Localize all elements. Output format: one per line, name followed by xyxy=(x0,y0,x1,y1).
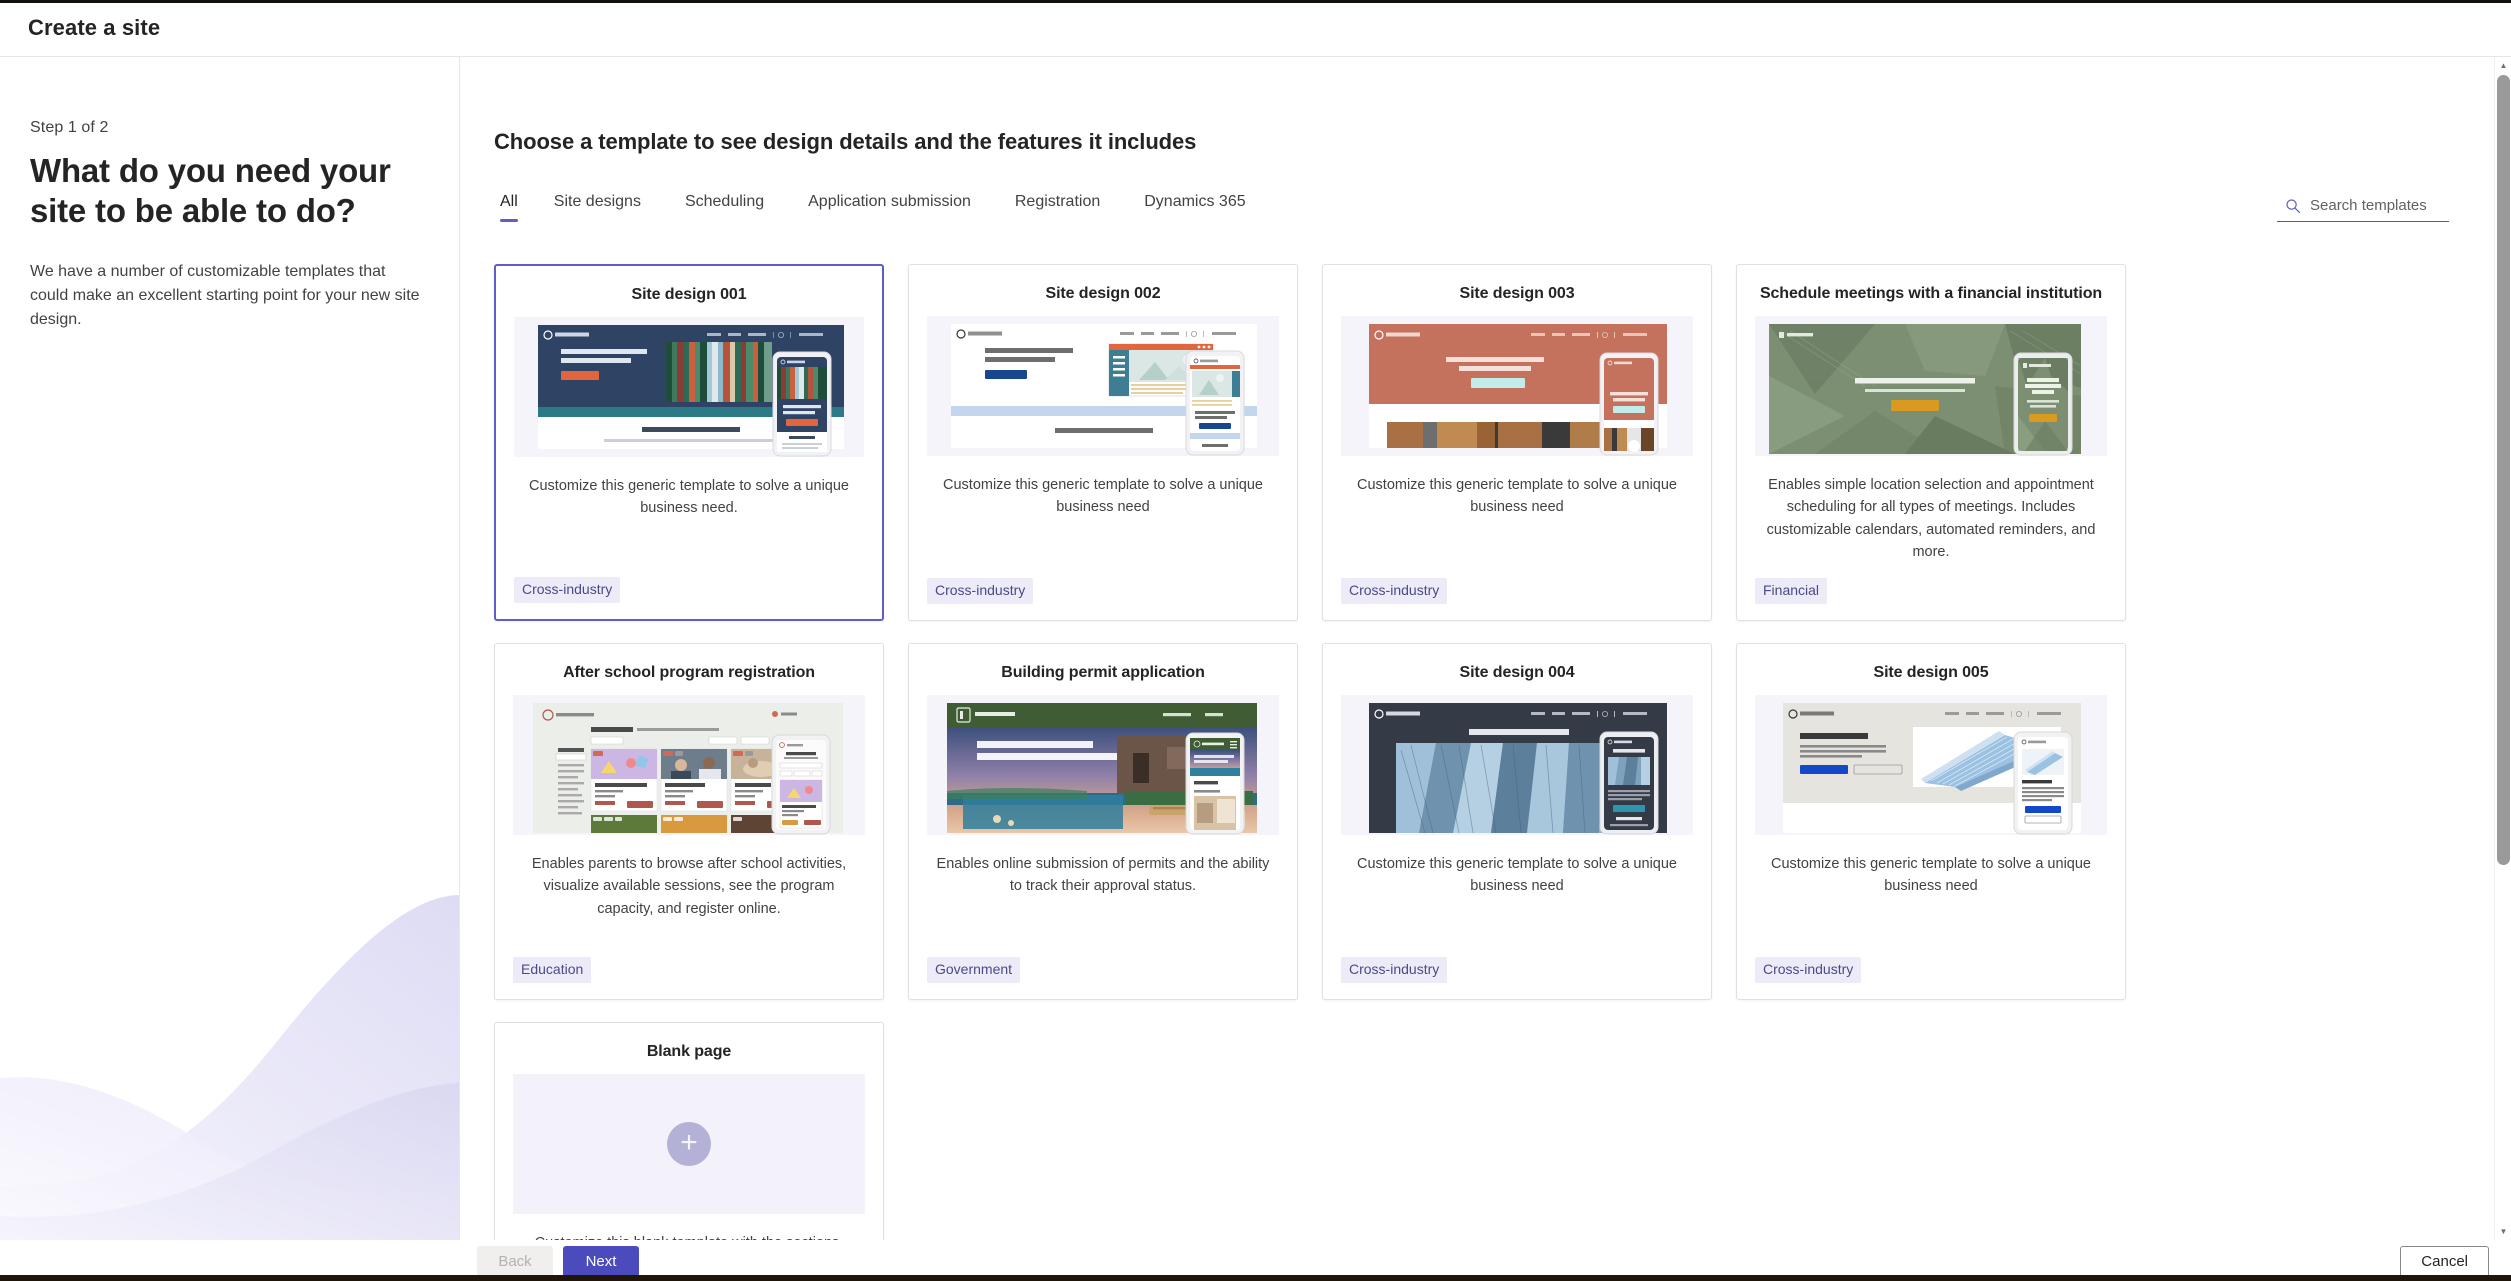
template-card-title: Building permit application xyxy=(1001,664,1205,681)
page-subtitle: We have a number of customizable templat… xyxy=(30,262,420,328)
tab-dynamics-365[interactable]: Dynamics 365 xyxy=(1122,193,1267,222)
back-button[interactable]: Back xyxy=(477,1245,553,1277)
template-card-title: Site design 002 xyxy=(1045,285,1161,302)
building-permit-thumbnail xyxy=(927,695,1279,835)
template-card-description: Customize this generic template to solve… xyxy=(943,477,1263,516)
template-card-site-design-001[interactable]: Site design 001 Customize this generic t… xyxy=(494,264,884,621)
dialog-title: Create a site xyxy=(28,15,161,40)
site-design-001-thumbnail xyxy=(514,317,864,457)
step-indicator: Step 1 of 2 xyxy=(30,119,109,136)
page-title: What do you need your site to be able to… xyxy=(30,152,391,230)
template-card-tag: Education xyxy=(513,957,592,983)
search-placeholder: Search templates xyxy=(2310,197,2427,214)
template-card-tag-wrap: Cross-industry xyxy=(1323,957,1711,999)
template-card-tag-wrap: Cross-industry xyxy=(909,578,1297,620)
template-card-tag: Cross-industry xyxy=(514,577,621,603)
template-gallery-scroll-area[interactable]: Choose a template to see design details … xyxy=(460,57,2511,1240)
template-card-tag: Cross-industry xyxy=(927,578,1034,604)
tab-application-submission[interactable]: Application submission xyxy=(786,193,993,222)
create-a-site-dialog: Create a site Step 1 of 2 What do you ne… xyxy=(0,0,2511,1281)
template-card-description: Enables online submission of permits and… xyxy=(936,856,1270,895)
template-card-tag-wrap: Financial xyxy=(1737,578,2125,620)
template-card-title: Site design 004 xyxy=(1459,664,1575,681)
after-school-thumbnail xyxy=(513,695,865,835)
template-card-description: Customize this generic template to solve… xyxy=(529,478,849,517)
search-icon xyxy=(2286,198,2300,213)
template-card-title: Site design 001 xyxy=(631,286,747,303)
left-panel-content: Step 1 of 2 What do you need your site t… xyxy=(0,57,459,332)
cancel-button[interactable]: Cancel xyxy=(2400,1245,2489,1277)
template-card-tag: Financial xyxy=(1755,578,1828,604)
template-card-site-design-004[interactable]: Site design 004 Customize this generic t… xyxy=(1322,643,1712,1000)
template-card-tag-wrap: Government xyxy=(909,957,1297,999)
template-card-schedule-meetings[interactable]: Schedule meetings with a financial insti… xyxy=(1736,264,2126,621)
window-bottom-edge xyxy=(0,1275,2511,1281)
tab-site-designs[interactable]: Site designs xyxy=(532,193,663,222)
site-design-002-thumbnail xyxy=(927,316,1279,456)
template-card-tag-wrap: Education xyxy=(495,957,883,999)
template-card-blank-page[interactable]: Blank page + Customize this blank templa… xyxy=(494,1022,884,1240)
template-grid: Site design 001 Customize this generic t… xyxy=(494,264,2449,1240)
tab-all[interactable]: All xyxy=(494,193,532,222)
next-button[interactable]: Next xyxy=(563,1245,639,1277)
gallery-toolbar: All Site designs Scheduling Application … xyxy=(494,193,2449,222)
plus-icon: + xyxy=(667,1122,711,1166)
template-card-title: Schedule meetings with a financial insti… xyxy=(1759,285,2103,302)
site-design-003-thumbnail xyxy=(1341,316,1693,456)
template-card-description: Enables parents to browse after school a… xyxy=(531,856,847,917)
schedule-meetings-thumbnail xyxy=(1755,316,2107,456)
template-gallery-panel: Choose a template to see design details … xyxy=(460,57,2511,1240)
template-card-site-design-002[interactable]: Site design 002 Customize this generic t… xyxy=(908,264,1298,621)
dialog-titlebar: Create a site xyxy=(0,0,2511,57)
footer-nav-buttons: Back Next xyxy=(477,1245,639,1277)
template-card-description: Customize this generic template to solve… xyxy=(1357,477,1677,516)
template-card-tag-wrap: Cross-industry xyxy=(1737,957,2125,999)
decorative-wave-graphic xyxy=(0,895,459,1240)
template-card-tag-wrap: Cross-industry xyxy=(496,577,882,619)
template-card-tag: Cross-industry xyxy=(1341,578,1448,604)
template-card-title: Site design 005 xyxy=(1873,664,1989,681)
gallery-heading: Choose a template to see design details … xyxy=(494,129,1197,154)
left-info-panel: Step 1 of 2 What do you need your site t… xyxy=(0,57,460,1240)
template-card-site-design-003[interactable]: Site design 003 Customize this generic t… xyxy=(1322,264,1712,621)
template-card-after-school[interactable]: After school program registration Enable… xyxy=(494,643,884,1000)
site-design-005-thumbnail xyxy=(1755,695,2107,835)
search-input[interactable]: Search templates xyxy=(2277,197,2449,222)
template-card-site-design-005[interactable]: Site design 005 Customize this generic t… xyxy=(1736,643,2126,1000)
tab-scheduling[interactable]: Scheduling xyxy=(663,193,786,222)
scroll-up-arrow[interactable]: ▲ xyxy=(2495,57,2511,74)
template-card-description: Customize this generic template to solve… xyxy=(1357,856,1677,895)
window-top-edge xyxy=(0,0,2511,3)
scrollbar-thumb[interactable] xyxy=(2497,75,2510,865)
template-card-tag: Cross-industry xyxy=(1341,957,1448,983)
tab-registration[interactable]: Registration xyxy=(993,193,1122,222)
template-card-tag: Government xyxy=(927,957,1021,983)
template-gallery-content: Choose a template to see design details … xyxy=(460,57,2511,1240)
site-design-004-thumbnail xyxy=(1341,695,1693,835)
blank-page-thumbnail: + xyxy=(513,1074,865,1214)
template-card-title: Blank page xyxy=(646,1043,732,1060)
template-card-tag: Cross-industry xyxy=(1755,957,1862,983)
template-card-title: Site design 003 xyxy=(1459,285,1575,302)
template-card-tag-wrap: Cross-industry xyxy=(1323,578,1711,620)
category-tabs: All Site designs Scheduling Application … xyxy=(494,193,1268,222)
template-card-building-permit[interactable]: Building permit application Enables onli… xyxy=(908,643,1298,1000)
dialog-body: Step 1 of 2 What do you need your site t… xyxy=(0,57,2511,1240)
template-card-description: Customize this blank template with the s… xyxy=(495,1214,883,1240)
template-card-description: Customize this generic template to solve… xyxy=(1771,856,2091,895)
template-card-description: Enables simple location selection and ap… xyxy=(1766,477,2096,561)
template-card-title: After school program registration xyxy=(563,664,815,681)
scroll-down-arrow[interactable]: ▼ xyxy=(2495,1223,2511,1240)
gallery-scrollbar[interactable]: ▲ ▼ xyxy=(2494,57,2511,1240)
